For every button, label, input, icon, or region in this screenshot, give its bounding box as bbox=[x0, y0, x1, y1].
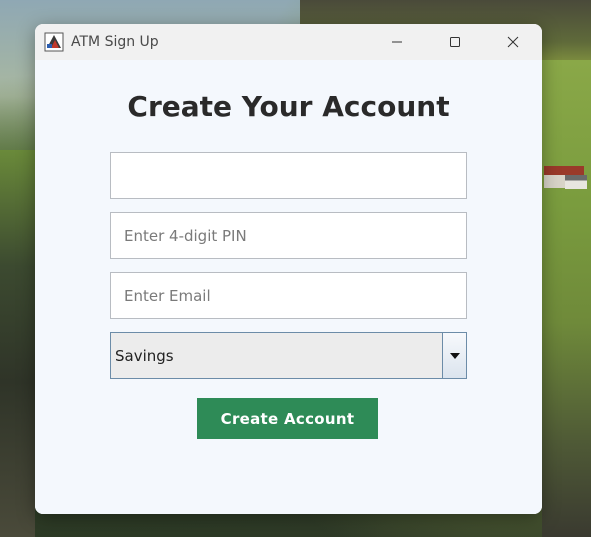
maximize-button[interactable] bbox=[426, 24, 484, 60]
dropdown-arrow-button[interactable] bbox=[442, 333, 466, 378]
close-icon bbox=[507, 36, 519, 48]
dropdown-arrow-icon bbox=[449, 352, 460, 359]
maximize-icon bbox=[450, 37, 460, 47]
minimize-button[interactable] bbox=[368, 24, 426, 60]
window-title: ATM Sign Up bbox=[71, 34, 159, 50]
page-title: Create Your Account bbox=[127, 90, 450, 123]
title-bar[interactable]: ATM Sign Up bbox=[35, 24, 542, 60]
account-type-value: Savings bbox=[115, 346, 174, 365]
background-field bbox=[542, 60, 591, 537]
form-panel: Create Your Account Savings Create Accou… bbox=[35, 60, 542, 514]
background-rocks bbox=[0, 150, 35, 537]
name-field[interactable] bbox=[110, 152, 467, 199]
close-button[interactable] bbox=[484, 24, 542, 60]
background-house-small bbox=[565, 175, 587, 189]
window-controls bbox=[368, 24, 542, 60]
create-account-button[interactable]: Create Account bbox=[197, 398, 378, 439]
pin-field[interactable] bbox=[110, 212, 467, 259]
minimize-icon bbox=[392, 41, 402, 43]
account-type-select[interactable]: Savings bbox=[110, 332, 467, 379]
email-field[interactable] bbox=[110, 272, 467, 319]
atm-signup-window: ATM Sign Up Create Your Account Enter 4-… bbox=[35, 24, 542, 514]
java-app-icon[interactable] bbox=[44, 32, 64, 52]
